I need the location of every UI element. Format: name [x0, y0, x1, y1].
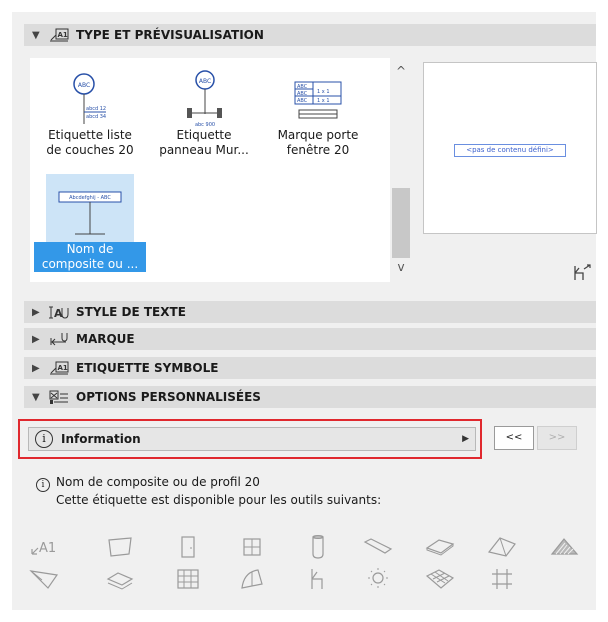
thumb-text: ABC [297, 91, 308, 97]
wall-panel-label-icon: ABC abc 900 [148, 60, 260, 128]
svg-text:A1: A1 [58, 364, 68, 372]
library-item-caption: Etiquette panneau Mur... [148, 128, 260, 158]
section-title: OPTIONS PERSONNALISÉES [76, 390, 261, 404]
section-type-header[interactable]: ▼ A1 TYPE ET PRÉVISUALISATION [24, 24, 596, 46]
scroll-down-arrow-icon[interactable]: v [390, 260, 412, 280]
label-tool-icon: A1 [28, 534, 60, 560]
door-window-marker-icon: ABC ABC ABC 1 x 1 1 x 1 [262, 60, 374, 128]
expand-arrow-icon: ▶ [32, 306, 40, 318]
library-scrollbar[interactable]: ^ v [390, 58, 412, 282]
svg-text:A1: A1 [58, 31, 68, 39]
caption-line: de couches 20 [46, 143, 134, 157]
object-tool-icon [302, 566, 334, 592]
previous-button[interactable]: << [494, 426, 534, 450]
tool-label-text: A1 [39, 541, 56, 556]
thumb-text: 1 x 1 [317, 89, 330, 95]
thumb-text: ABC [297, 98, 308, 104]
composite-name-label-icon: Abcdefghij - ABC [46, 174, 134, 242]
label-library-list[interactable]: ABC abcd 12 abcd 34 Etiquette liste de c… [30, 58, 390, 282]
morph-tool-icon [28, 566, 60, 592]
scrollbar-thumb[interactable] [392, 188, 410, 258]
library-item-caption: Nom de composite ou ... [34, 242, 146, 272]
caption-line: Etiquette [176, 128, 232, 142]
custom-options-icon [48, 389, 70, 405]
library-item-caption: Etiquette liste de couches 20 [34, 128, 146, 158]
library-item-wall-panel-label[interactable]: ABC abc 900 Etiquette panneau Mur... [148, 60, 260, 158]
symbol-label-icon: A1 [48, 360, 70, 376]
description-line: i Nom de composite ou de profil 20 [36, 474, 381, 492]
expand-arrow-icon: ▼ [32, 391, 40, 403]
label-a1-icon: A1 [48, 27, 70, 43]
description-title: Nom de composite ou de profil 20 [56, 475, 260, 489]
thumb-text: ABC [199, 78, 211, 85]
information-dropdown[interactable]: i Information ▶ [28, 427, 476, 451]
library-item-caption: Marque porte fenêtre 20 [262, 128, 374, 158]
expand-arrow-icon: ▶ [32, 362, 40, 374]
section-custom-options-header[interactable]: ▼ OPTIONS PERSONNALISÉES [24, 386, 596, 408]
section-title: ETIQUETTE SYMBOLE [76, 361, 219, 375]
caption-line: Nom de [66, 242, 114, 256]
section-text-style-header[interactable]: ▶ A STYLE DE TEXTE [24, 301, 596, 323]
next-button[interactable]: >> [537, 426, 577, 450]
beam-tool-icon [362, 534, 394, 560]
section-symbol-label-header[interactable]: ▶ A1 ETIQUETTE SYMBOLE [24, 357, 596, 379]
layer-list-label-icon: ABC abcd 12 abcd 34 [34, 60, 146, 128]
section-marker-header[interactable]: ▶ MARQUE [24, 328, 596, 350]
caption-line: panneau Mur... [159, 143, 249, 157]
info-icon: i [36, 478, 50, 492]
caption-line: Etiquette liste [48, 128, 132, 142]
column-tool-icon [302, 534, 334, 560]
stair-tool-icon [104, 566, 136, 592]
preview-toggle-button[interactable] [569, 262, 593, 284]
chair-view-icon [569, 264, 593, 288]
label-description: i Nom de composite ou de profil 20 Cette … [36, 474, 381, 509]
roof-tool-icon [486, 534, 518, 560]
zone-tool-icon [486, 566, 518, 592]
section-title: TYPE ET PRÉVISUALISATION [76, 28, 264, 42]
scroll-up-arrow-icon[interactable]: ^ [390, 64, 412, 84]
window-tool-icon [236, 534, 268, 560]
caption-line: fenêtre 20 [286, 143, 350, 157]
marker-icon [48, 331, 70, 347]
slab-tool-icon [424, 534, 456, 560]
skylight-tool-icon [236, 566, 268, 592]
section-title: MARQUE [76, 332, 135, 346]
door-tool-icon [172, 534, 204, 560]
text-style-icon: A [48, 304, 70, 320]
description-line: Cette étiquette est disponible pour les … [56, 493, 382, 507]
lamp-tool-icon [362, 566, 394, 592]
information-label: Information [61, 432, 141, 446]
section-title: STYLE DE TEXTE [76, 305, 186, 319]
library-item-layer-list-label[interactable]: ABC abcd 12 abcd 34 Etiquette liste de c… [34, 60, 146, 158]
library-item-door-window-marker[interactable]: ABC ABC ABC 1 x 1 1 x 1 Marque porte fen… [262, 60, 374, 158]
expand-arrow-icon: ▶ [32, 333, 40, 345]
shell-tool-icon [548, 534, 580, 560]
mesh-tool-icon [424, 566, 456, 592]
dropdown-arrow-icon: ▶ [462, 434, 469, 444]
thumb-text: ABC [297, 84, 308, 90]
info-icon: i [35, 430, 53, 448]
thumb-text: Abcdefghij - ABC [69, 195, 111, 201]
thumb-text: 1 x 1 [317, 98, 330, 104]
expand-arrow-icon: ▼ [32, 29, 40, 41]
thumb-text: ABC [78, 82, 90, 89]
preview-area: <pas de contenu défini> [423, 62, 597, 234]
caption-line: composite ou ... [41, 257, 139, 271]
library-item-composite-name[interactable]: Abcdefghij - ABC Nom de composite ou ... [34, 174, 146, 272]
thumb-text: abcd 34 [86, 114, 106, 120]
curtain-wall-tool-icon [172, 566, 204, 592]
caption-line: Marque porte [277, 128, 359, 142]
preview-placeholder-text: <pas de contenu défini> [454, 144, 566, 157]
fill-tool-icon [104, 534, 136, 560]
thumb-text: abcd 12 [86, 106, 106, 112]
